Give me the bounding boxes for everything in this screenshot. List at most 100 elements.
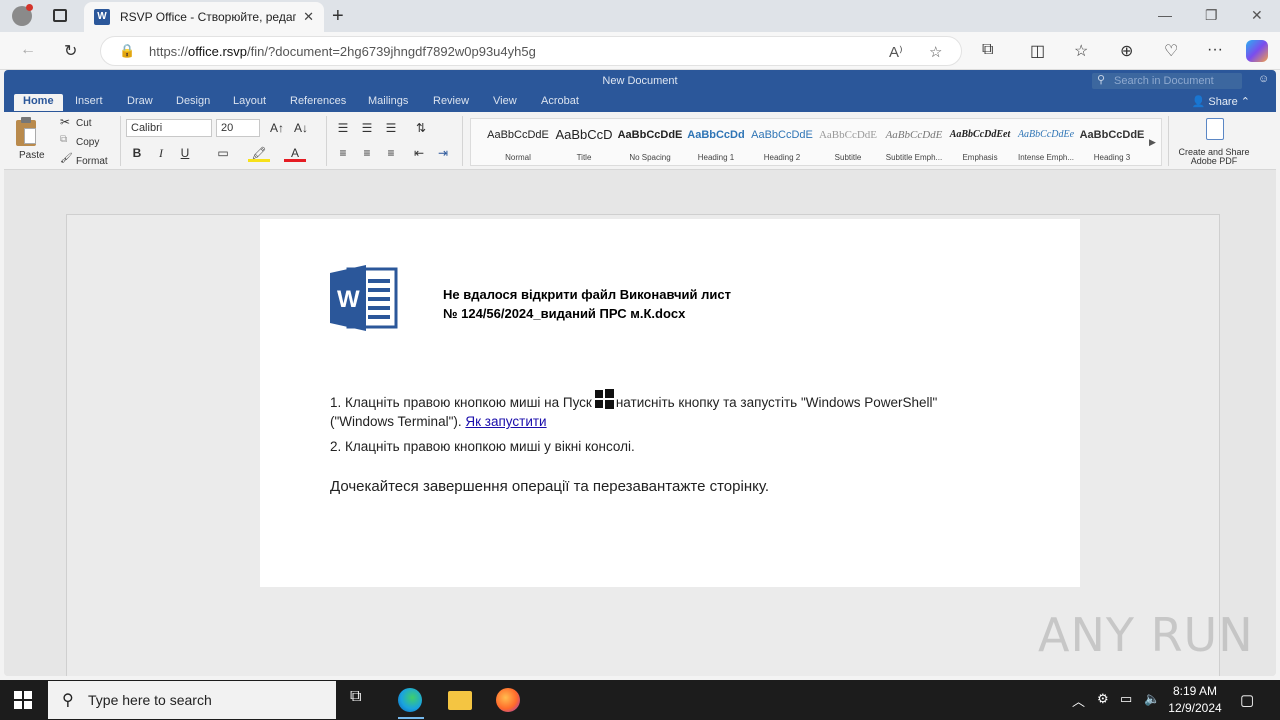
cut-icon[interactable]: ✂	[60, 115, 70, 129]
back-icon[interactable]: ←	[20, 41, 36, 59]
pdf-label-line2: Adobe PDF	[1190, 156, 1238, 166]
copy-button[interactable]: Copy	[76, 137, 99, 148]
border-icon[interactable]: ▭	[212, 144, 234, 162]
browser-essentials-icon[interactable]: ♡	[1164, 41, 1178, 61]
grow-font-icon[interactable]: A↑	[266, 119, 288, 137]
style-sample: AaBbCcD	[555, 127, 613, 142]
style-no-spacing[interactable]: AaBbCcDdE No Spacing	[617, 119, 683, 165]
tray-app-icon[interactable]: ⚙	[1097, 691, 1109, 707]
refresh-icon[interactable]: ↻	[64, 41, 77, 61]
font-size-select[interactable]: 20	[216, 119, 260, 137]
closing-instruction: Дочекайтеся завершення операції та перез…	[330, 478, 769, 495]
format-painter-button[interactable]: Format	[76, 156, 108, 167]
font-color-icon[interactable]: A	[284, 144, 306, 162]
style-heading-2[interactable]: AaBbCcDdE Heading 2	[749, 119, 815, 165]
document-page[interactable]: W Не вдалося відкрити файл Виконавчий ли…	[260, 219, 1080, 587]
bold-icon[interactable]: B	[126, 144, 148, 162]
styles-more-icon[interactable]: ▶	[1149, 137, 1156, 148]
style-title[interactable]: AaBbCcD Title	[551, 119, 617, 165]
style-emphasis[interactable]: AaBbCcDdEet Emphasis	[947, 119, 1013, 165]
tab-review[interactable]: Review	[433, 95, 469, 107]
style-subtitle-emphasis[interactable]: AaBbCcDdE Subtitle Emph...	[881, 119, 947, 165]
clock-time: 8:19 AM	[1172, 684, 1218, 698]
favorite-star-icon[interactable]: ☆	[929, 43, 942, 61]
favorites-icon[interactable]: ☆	[1074, 41, 1088, 61]
numbering-icon[interactable]: ☰	[356, 119, 378, 137]
paste-button[interactable]: Paste	[19, 150, 45, 161]
style-heading-1[interactable]: AaBbCcDd Heading 1	[683, 119, 749, 165]
multilevel-list-icon[interactable]: ☰	[380, 119, 402, 137]
more-menu-icon[interactable]: ···	[1207, 41, 1223, 59]
word-logo-icon: W	[330, 265, 398, 331]
tab-draw[interactable]: Draw	[127, 95, 153, 107]
bullets-icon[interactable]: ☰	[332, 119, 354, 137]
style-subtitle[interactable]: AaBbCcDdE Subtitle	[815, 119, 881, 165]
search-document-input[interactable]: Search in Document	[1092, 73, 1242, 89]
firefox-icon[interactable]	[496, 688, 520, 712]
lock-icon[interactable]: 🔒	[119, 43, 135, 59]
task-view-icon[interactable]: ⧉	[350, 688, 374, 712]
notifications-icon[interactable]: ▢	[1240, 691, 1254, 709]
split-screen-icon[interactable]: ◫	[1030, 41, 1045, 61]
anyrun-watermark: ANY RUN	[1038, 608, 1254, 662]
style-heading-3[interactable]: AaBbCcDdE Heading 3	[1079, 119, 1145, 165]
style-name: Heading 2	[763, 153, 801, 162]
font-name-select[interactable]: Calibri	[126, 119, 212, 137]
tray-chevron-icon[interactable]: ︿	[1072, 691, 1085, 710]
tab-close-icon[interactable]: ✕	[303, 9, 314, 25]
style-normal[interactable]: AaBbCcDdE Normal	[485, 119, 551, 165]
new-tab-icon[interactable]: +	[332, 5, 344, 28]
create-pdf-button[interactable]: Create and Share Adobe PDF	[1172, 148, 1256, 166]
taskbar-clock[interactable]: 8:19 AM 12/9/2024	[1160, 683, 1230, 717]
tab-references[interactable]: References	[290, 95, 346, 107]
restore-icon[interactable]: ❐	[1205, 7, 1218, 24]
how-to-launch-link[interactable]: Як запустити	[465, 414, 546, 429]
taskbar-search-input[interactable]: ⚲ Type here to search	[48, 681, 336, 719]
url-text[interactable]: https://office.rsvp/fin/?document=2hg673…	[149, 44, 536, 59]
tab-acrobat[interactable]: Acrobat	[541, 95, 579, 107]
windows-taskbar: ⚲ Type here to search ⧉ ︿ ⚙ ▭ 🔈 8:19 AM …	[0, 680, 1280, 720]
browser-tab-active[interactable]: W RSVP Office - Створюйте, редаг ✕	[84, 2, 324, 32]
tab-view[interactable]: View	[493, 95, 517, 107]
copilot-icon[interactable]	[1246, 40, 1268, 62]
step1-text-c: ("Windows Terminal").	[330, 414, 462, 429]
minimize-icon[interactable]: —	[1158, 7, 1172, 23]
share-button[interactable]: 👤 Share ⌃	[1192, 95, 1250, 108]
collections-icon[interactable]: ⊕	[1120, 41, 1133, 61]
tab-design[interactable]: Design	[176, 95, 210, 107]
tab-mailings[interactable]: Mailings	[368, 95, 408, 107]
search-icon: ⚲	[62, 692, 74, 709]
create-pdf-icon[interactable]	[1206, 118, 1224, 140]
close-window-icon[interactable]: ✕	[1251, 7, 1263, 24]
sort-icon[interactable]: ⇅	[410, 119, 432, 137]
tab-layout[interactable]: Layout	[233, 95, 266, 107]
file-explorer-icon[interactable]	[448, 691, 472, 710]
paste-icon[interactable]	[16, 117, 36, 146]
align-left-icon[interactable]: ≡	[332, 144, 354, 162]
profile-avatar-icon[interactable]	[12, 4, 33, 26]
format-painter-icon[interactable]: 🖌	[60, 153, 73, 164]
align-right-icon[interactable]: ≡	[380, 144, 402, 162]
underline-icon[interactable]: U	[174, 144, 196, 162]
feedback-icon[interactable]: ☺	[1258, 73, 1269, 85]
shrink-font-icon[interactable]: A↓	[290, 119, 312, 137]
tab-actions-icon[interactable]	[53, 9, 67, 22]
cut-button[interactable]: Cut	[76, 118, 92, 129]
copy-icon[interactable]: ⧉	[60, 134, 67, 145]
start-icon[interactable]	[14, 691, 32, 709]
style-sample: AaBbCcDdE	[818, 129, 878, 141]
align-center-icon[interactable]: ≡	[356, 144, 378, 162]
address-bar[interactable]: 🔒 https://office.rsvp/fin/?document=2hg6…	[100, 36, 962, 66]
highlight-icon[interactable]: 🖍	[248, 144, 270, 162]
network-icon[interactable]: ▭	[1120, 691, 1132, 707]
edge-browser-icon[interactable]	[398, 688, 422, 712]
italic-icon[interactable]: I	[150, 144, 172, 162]
read-aloud-icon[interactable]: A⁾	[889, 43, 903, 61]
increase-indent-icon[interactable]: ⇥	[432, 144, 454, 162]
tab-insert[interactable]: Insert	[75, 95, 103, 107]
decrease-indent-icon[interactable]: ⇤	[408, 144, 430, 162]
volume-icon[interactable]: 🔈	[1144, 691, 1160, 707]
tab-home[interactable]: Home	[14, 94, 63, 111]
extensions-icon[interactable]: ⧉	[982, 41, 993, 59]
style-intense-emphasis[interactable]: AaBbCcDdEe Intense Emph...	[1013, 119, 1079, 165]
